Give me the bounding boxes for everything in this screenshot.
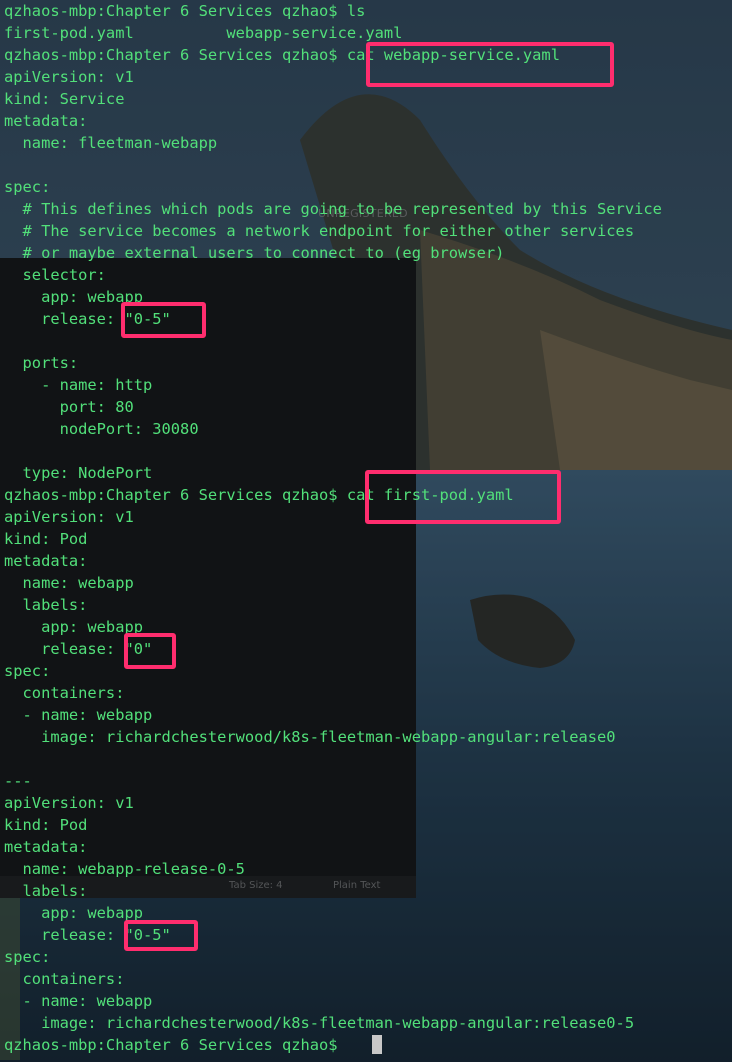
terminal-line: name: fleetman-webapp (4, 134, 218, 152)
terminal-line: labels: (4, 882, 88, 900)
terminal-line: port: 80 (4, 398, 134, 416)
terminal-line: apiVersion: v1 (4, 508, 134, 526)
terminal-line: name: webapp-release-0-5 (4, 860, 245, 878)
terminal-line: nodePort: 30080 (4, 420, 199, 438)
terminal-line: qzhaos-mbp:Chapter 6 Services qzhao$ cat… (4, 46, 560, 64)
terminal-line: qzhaos-mbp:Chapter 6 Services qzhao$ ls (4, 2, 366, 20)
terminal-window[interactable]: qzhaos-mbp:Chapter 6 Services qzhao$ ls … (0, 0, 732, 1062)
terminal-line: --- (4, 772, 32, 790)
terminal-line: release: "0-5" (4, 310, 171, 328)
terminal-line: name: webapp (4, 574, 134, 592)
terminal-line: kind: Pod (4, 530, 88, 548)
terminal-line: metadata: (4, 552, 88, 570)
terminal-line: # or maybe external users to connect to … (4, 244, 505, 262)
terminal-line: # The service becomes a network endpoint… (4, 222, 635, 240)
terminal-line: apiVersion: v1 (4, 68, 134, 86)
terminal-line: app: webapp (4, 904, 143, 922)
terminal-line: spec: (4, 948, 51, 966)
terminal-line: type: NodePort (4, 464, 153, 482)
terminal-line: spec: (4, 662, 51, 680)
terminal-line: labels: (4, 596, 88, 614)
terminal-prompt[interactable]: qzhaos-mbp:Chapter 6 Services qzhao$ (4, 1034, 347, 1056)
terminal-cursor (372, 1035, 382, 1054)
terminal-line: image: richardchesterwood/k8s-fleetman-w… (4, 728, 616, 746)
terminal-line: containers: (4, 970, 125, 988)
terminal-line: # This defines which pods are going to b… (4, 200, 662, 218)
terminal-line: - name: webapp (4, 992, 153, 1010)
terminal-line: metadata: (4, 112, 88, 130)
terminal-line: apiVersion: v1 (4, 794, 134, 812)
terminal-line: qzhaos-mbp:Chapter 6 Services qzhao$ cat… (4, 486, 514, 504)
terminal-line: - name: http (4, 376, 153, 394)
terminal-line: containers: (4, 684, 125, 702)
terminal-line: kind: Service (4, 90, 125, 108)
terminal-line: release: "0" (4, 640, 153, 658)
terminal-line: spec: (4, 178, 51, 196)
terminal-line: selector: (4, 266, 106, 284)
terminal-line: - name: webapp (4, 706, 153, 724)
terminal-line: release: "0-5" (4, 926, 171, 944)
terminal-line: first-pod.yaml webapp-service.yaml (4, 24, 403, 42)
terminal-line: metadata: (4, 838, 88, 856)
terminal-line: kind: Pod (4, 816, 88, 834)
terminal-line: app: webapp (4, 618, 143, 636)
terminal-line: app: webapp (4, 288, 143, 306)
terminal-line: image: richardchesterwood/k8s-fleetman-w… (4, 1014, 635, 1032)
terminal-line: ports: (4, 354, 79, 372)
